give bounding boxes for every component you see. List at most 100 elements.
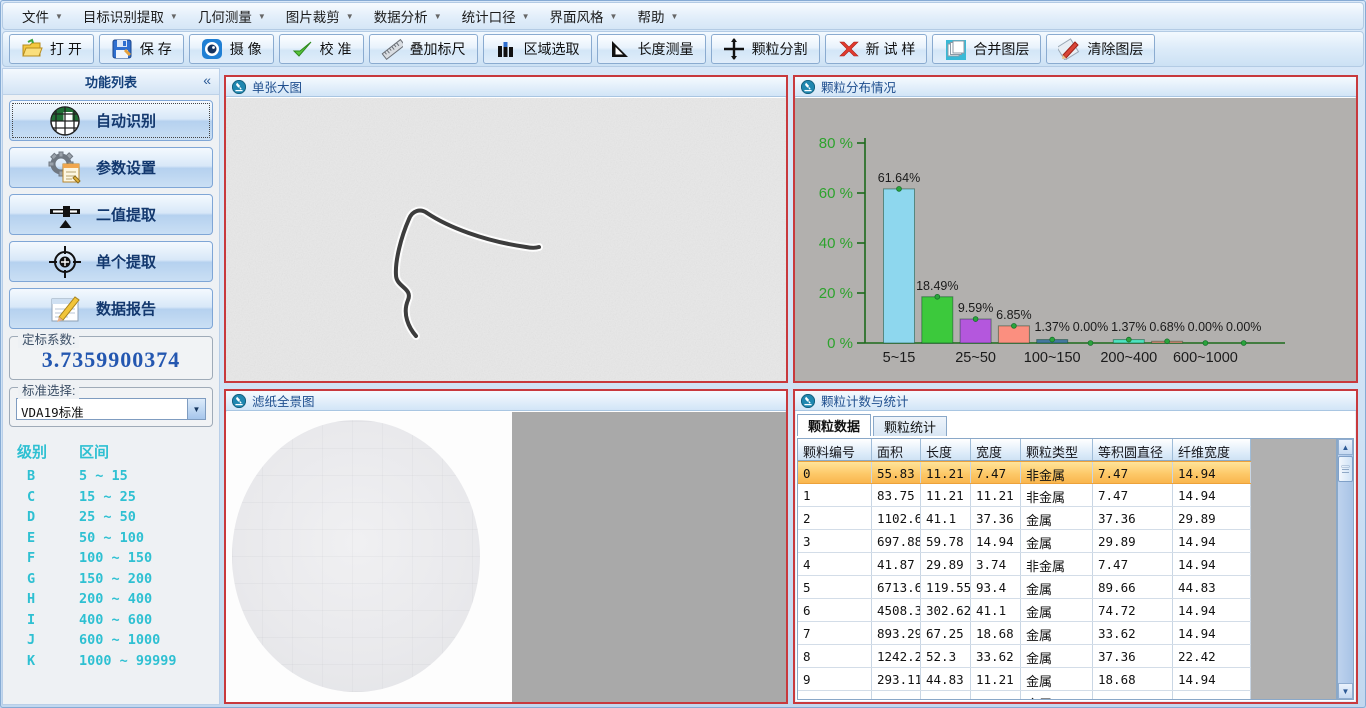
table-cell: 14.94	[1173, 622, 1251, 644]
scrollbar-thumb[interactable]	[1338, 456, 1353, 482]
y-axis-tick-label: 60 %	[819, 185, 853, 202]
table-row[interactable]: 441.8729.893.74非金属7.4714.94	[798, 553, 1251, 576]
table-cell: 119.55	[921, 576, 971, 598]
table-row-partial[interactable]: 金属	[798, 691, 1251, 700]
table-row[interactable]: 9293.1144.8311.21金属18.6814.94	[798, 668, 1251, 691]
region-select-icon	[495, 38, 517, 60]
menu-item-0[interactable]: 文件▼	[13, 3, 72, 29]
level-row: F100 ~ 150	[17, 548, 219, 569]
toolbar-button-label: 叠加标尺	[410, 39, 466, 59]
menu-item-4[interactable]: 数据分析▼	[365, 3, 451, 29]
calibration-groupbox: 定标系数: 3.7359900374	[9, 336, 213, 380]
filter-panorama-view[interactable]	[226, 412, 786, 702]
toolbar-button-label: 区域选取	[524, 39, 580, 59]
table-cell: 11.21	[921, 462, 971, 483]
sidebar-button-1[interactable]: 参数设置	[9, 147, 213, 188]
chevron-down-icon[interactable]: ▼	[187, 399, 205, 419]
menu-item-3[interactable]: 图片裁剪▼	[277, 3, 363, 29]
level-row: I400 ~ 600	[17, 610, 219, 631]
toolbar-button-7[interactable]: 颗粒分割	[711, 34, 820, 64]
sidebar-button-2[interactable]: 二值提取	[9, 194, 213, 235]
toolbar-button-4[interactable]: 叠加标尺	[369, 34, 478, 64]
table-cell	[1173, 691, 1251, 700]
chevron-down-icon: ▼	[258, 12, 266, 21]
table-cell: 8	[798, 645, 872, 667]
y-axis-tick-label: 0 %	[827, 335, 853, 352]
table-cell: 14.94	[1173, 530, 1251, 552]
table-row[interactable]: 21102.6541.137.36金属37.3629.89	[798, 507, 1251, 530]
table-cell: 4508.31	[872, 599, 921, 621]
distribution-chart-area: 0 %20 %40 %60 %80 %61.64%18.49%9.59%6.85…	[795, 98, 1356, 381]
toolbar-button-0[interactable]: 打 开	[9, 34, 94, 64]
toolbar-button-1[interactable]: 保 存	[99, 34, 184, 64]
toolbar-button-3[interactable]: 校 准	[279, 34, 364, 64]
table-cell: 89.66	[1093, 576, 1173, 598]
toolbar-button-6[interactable]: 长度测量	[597, 34, 706, 64]
toolbar-button-8[interactable]: 新 试 样	[825, 34, 928, 64]
table-cell: 41.87	[872, 553, 921, 575]
table-cell	[798, 691, 872, 700]
bar-15~25	[922, 297, 953, 343]
table-cell: 金属	[1021, 622, 1093, 644]
table-row[interactable]: 3697.8859.7814.94金属29.8914.94	[798, 530, 1251, 553]
menu-item-5[interactable]: 统计口径▼	[453, 3, 539, 29]
standard-select[interactable]: VDA19标准 ▼	[16, 398, 206, 420]
y-axis-tick-label: 40 %	[819, 235, 853, 252]
menu-item-6[interactable]: 界面风格▼	[541, 3, 627, 29]
table-cell: 1242.23	[872, 645, 921, 667]
chevron-down-icon: ▼	[610, 12, 618, 21]
sidebar-button-4[interactable]: 数据报告	[9, 288, 213, 329]
table-cell	[872, 691, 921, 700]
toolbar-button-9[interactable]: 合并图层	[932, 34, 1041, 64]
sidebar-collapse-button[interactable]: «	[203, 72, 211, 88]
toolbar-button-5[interactable]: 区域选取	[483, 34, 592, 64]
table-cell: 59.78	[921, 530, 971, 552]
microscope-icon	[801, 394, 815, 408]
range-column-header: 区间	[79, 441, 109, 462]
table-row[interactable]: 64508.31302.6241.1金属74.7214.94	[798, 599, 1251, 622]
scroll-up-icon[interactable]: ▲	[1338, 439, 1353, 455]
tab-particle-stats[interactable]: 颗粒统计	[873, 416, 947, 436]
table-cell: 金属	[1021, 530, 1093, 552]
table-cell: 44.83	[921, 668, 971, 690]
y-axis-tick-label: 20 %	[819, 285, 853, 302]
microscope-icon	[232, 80, 246, 94]
table-cell: 83.75	[872, 484, 921, 506]
length-measure-icon	[609, 38, 631, 60]
particle-table: 颗料编号面积长度宽度颗粒类型等积圆直径纤维宽度055.8311.217.47非金…	[798, 439, 1251, 700]
table-cell: 18.68	[971, 622, 1021, 644]
single-image-view[interactable]	[226, 98, 786, 381]
table-cell: 29.89	[1093, 530, 1173, 552]
table-cell: 33.62	[971, 645, 1021, 667]
menu-item-1[interactable]: 目标识别提取▼	[74, 3, 187, 29]
panel-statistics-titlebar: 颗粒计数与统计	[795, 391, 1356, 411]
table-cell: 14.94	[1173, 599, 1251, 621]
toolbar-button-2[interactable]: 摄 像	[189, 34, 274, 64]
save-icon	[111, 38, 133, 60]
table-row[interactable]: 81242.2352.333.62金属37.3622.42	[798, 645, 1251, 668]
bar-value-label: 1.37%	[1034, 320, 1069, 334]
sidebar-title: 功能列表	[85, 72, 137, 91]
table-row[interactable]: 055.8311.217.47非金属7.4714.94	[798, 461, 1251, 484]
table-row[interactable]: 56713.62119.5593.4金属89.6644.83	[798, 576, 1251, 599]
sidebar-button-label: 单个提取	[96, 251, 156, 272]
menu-item-label: 几何测量	[198, 6, 252, 26]
x-axis-tick-label: 5~15	[883, 350, 916, 366]
sidebar-button-0[interactable]: 自动识别	[9, 100, 213, 141]
table-row[interactable]: 183.7511.2111.21非金属7.4714.94	[798, 484, 1251, 507]
menu-item-7[interactable]: 帮助▼	[628, 3, 687, 29]
chevron-down-icon: ▼	[170, 12, 178, 21]
tab-particle-data[interactable]: 颗粒数据	[797, 414, 871, 436]
open-folder-icon	[21, 38, 43, 60]
calibration-value: 3.7359900374	[16, 347, 206, 373]
table-cell: 37.36	[971, 507, 1021, 529]
table-cell: 11.21	[971, 484, 1021, 506]
sidebar-button-3[interactable]: 单个提取	[9, 241, 213, 282]
table-row[interactable]: 7893.2967.2518.68金属33.6214.94	[798, 622, 1251, 645]
scroll-down-icon[interactable]: ▼	[1338, 683, 1353, 699]
menu-item-2[interactable]: 几何测量 ▼	[189, 3, 275, 29]
table-scrollbar[interactable]: ▲ ▼	[1337, 438, 1354, 700]
table-cell: 7	[798, 622, 872, 644]
toolbar-button-10[interactable]: 清除图层	[1046, 34, 1155, 64]
column-header: 等积圆直径	[1093, 439, 1173, 460]
